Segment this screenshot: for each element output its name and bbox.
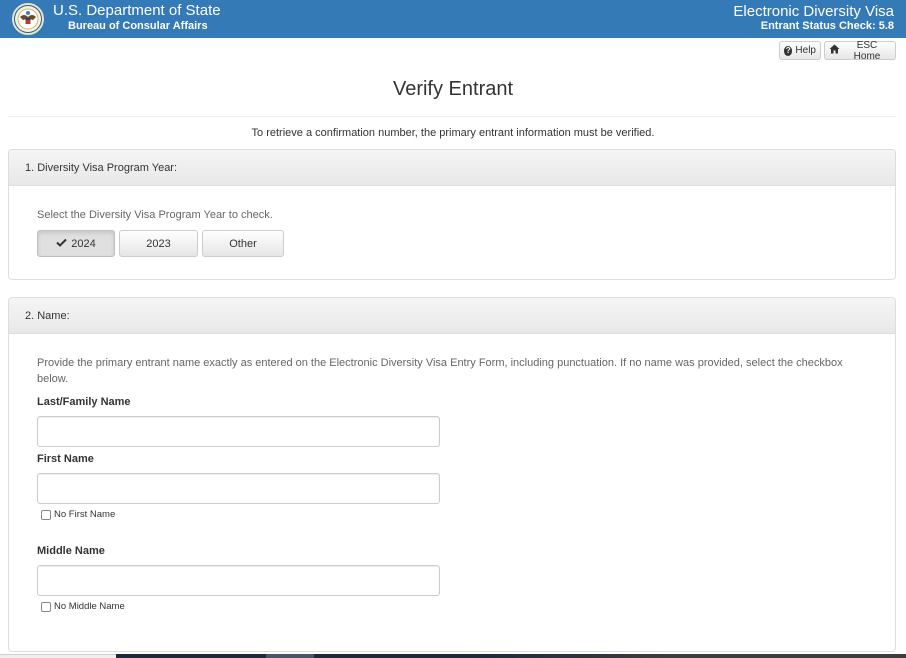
- site-header: U.S. Department of State Bureau of Consu…: [0, 0, 906, 38]
- page-title: Verify Entrant: [392, 78, 514, 100]
- first-name-label: First Name: [37, 453, 94, 465]
- esc-home-label: ESC Home: [853, 39, 881, 62]
- help-button-label: Help: [795, 45, 816, 56]
- no-middle-name-label: No Middle Name: [54, 601, 125, 612]
- year-2023-button[interactable]: 2023: [119, 230, 198, 257]
- app-title: Electronic Diversity Visa: [733, 3, 894, 20]
- name-help: Provide the primary entrant name exactly…: [37, 357, 843, 385]
- divider: [8, 116, 896, 117]
- year-2023-label: 2023: [146, 237, 171, 250]
- taskbar-strip: [0, 654, 906, 658]
- first-name-input[interactable]: [37, 473, 440, 504]
- last-name-input[interactable]: [37, 416, 440, 447]
- program-year-help: Select the Diversity Visa Program Year t…: [37, 209, 273, 221]
- no-first-name-option[interactable]: No First Name: [41, 509, 115, 520]
- header-subtitle: Bureau of Consular Affairs: [68, 20, 208, 32]
- department-seal-icon: [12, 3, 44, 35]
- program-year-panel: 1. Diversity Visa Program Year: Select t…: [8, 149, 896, 280]
- no-middle-name-checkbox[interactable]: [41, 601, 51, 612]
- year-other-button[interactable]: Other: [202, 230, 284, 257]
- middle-name-label: Middle Name: [37, 545, 105, 557]
- taskbar-left: [0, 654, 116, 658]
- help-button[interactable]: ? Help: [779, 41, 821, 60]
- esc-home-button[interactable]: ESC Home: [824, 39, 896, 62]
- taskbar-main: [116, 654, 906, 658]
- header-title: U.S. Department of State: [53, 2, 221, 19]
- year-2024-label: 2024: [71, 237, 96, 250]
- name-heading: 2. Name:: [9, 298, 895, 334]
- home-icon: [829, 44, 840, 57]
- no-first-name-checkbox[interactable]: [41, 509, 51, 520]
- year-2024-button[interactable]: 2024: [37, 230, 115, 257]
- question-circle-icon: ?: [784, 45, 793, 56]
- middle-name-input[interactable]: [37, 565, 440, 596]
- no-middle-name-option[interactable]: No Middle Name: [41, 601, 125, 612]
- year-other-label: Other: [229, 237, 257, 250]
- checkmark-icon: [56, 238, 67, 250]
- taskbar-segment: [266, 654, 314, 658]
- no-first-name-label: No First Name: [54, 509, 116, 520]
- name-panel: 2. Name: Provide the primary entrant nam…: [8, 297, 896, 652]
- app-version: Entrant Status Check: 5.8: [760, 20, 894, 32]
- intro-text: To retrieve a confirmation number, the p…: [251, 127, 655, 139]
- program-year-heading: 1. Diversity Visa Program Year:: [9, 150, 895, 186]
- last-name-label: Last/Family Name: [37, 396, 131, 408]
